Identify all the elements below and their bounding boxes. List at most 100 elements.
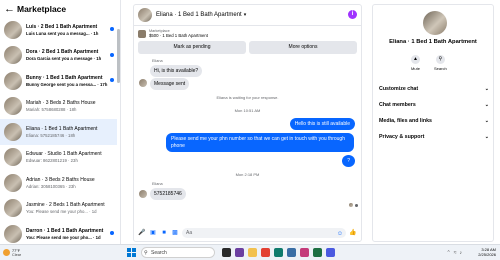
info-icon[interactable]: i [348,10,357,19]
microphone-icon[interactable]: 🎤 [138,229,146,237]
system-tray[interactable]: ⌃ ≈ ♪ [447,250,462,256]
chat-preview: Eliana: 5752185746 · 18h [26,132,76,138]
chat-preview: Mariah: 5758680288 · 18h [26,107,77,113]
chat-list-item[interactable]: Eliana · 1 Bed 1 Bath Apartment Eliana: 5… [0,119,117,145]
sticker-icon[interactable]: ■ [160,229,168,237]
unread-dot-icon [110,27,114,31]
weather-condition: Clear [12,252,22,257]
taskbar-apps [222,248,335,257]
chat-list-item[interactable]: Luis · 2 Bed 1 Bath Apartment Luis Luna s… [0,17,117,43]
chat-list-item[interactable]: Jasmine · 2 Beds 1 Bath Apartment You: Pl… [0,196,117,222]
chat-list: Luis · 2 Bed 1 Bath Apartment Luis Luna s… [0,17,117,247]
mark-pending-button[interactable]: Mark as pending [138,41,246,54]
gif-icon[interactable]: ▩ [171,229,179,237]
conversation-title[interactable]: Eliana · 1 Bed 1 Bath Apartment [156,12,242,18]
outgoing-message[interactable]: Hello this is still available [289,118,355,130]
listing-summary[interactable]: Marketplace $500 · 1 Bed 1 Bath Apartmen… [134,26,361,41]
clock-date: 2/25/2026 [478,252,496,257]
conversation-header[interactable]: Eliana · 1 Bed 1 Bath Apartment ▾ i [134,5,361,26]
message-thread: Eliana Hi, is this available? Message se… [134,54,361,222]
chat-list-item[interactable]: Adrian · 3 Beds 2 Baths House Adrian: 305… [0,170,117,196]
thumbs-up-icon[interactable]: 👍 [349,229,357,237]
excel-icon[interactable] [313,248,322,257]
more-options-button[interactable]: More options [249,41,357,54]
section-media-files[interactable]: Media, files and links ⌄ [379,118,489,124]
wifi-icon[interactable]: ≈ [454,250,457,256]
section-privacy-support[interactable]: Privacy & support ⌄ [379,134,489,140]
search-icon: ⚲ [435,55,445,64]
chevron-down-icon: ⌄ [484,118,489,124]
incoming-message[interactable]: 5752185746 [150,188,186,200]
chat-name: Adrian · 3 Beds 2 Baths House [26,176,95,183]
avatar [4,148,22,167]
section-chat-members[interactable]: Chat members ⌄ [379,102,489,108]
outgoing-message[interactable]: Please send me your phn number so that w… [166,133,354,152]
speaker-icon[interactable]: ♪ [460,250,463,256]
file-explorer-icon[interactable] [248,248,257,257]
outgoing-message[interactable]: ? [342,155,355,167]
section-label: Chat members [379,102,416,108]
task-view-icon[interactable] [222,248,231,257]
details-title: Eliana · 1 Bed 1 Bath Apartment [389,39,477,45]
app-icon[interactable] [287,248,296,257]
listing-thumbnail[interactable] [138,29,146,38]
image-icon[interactable]: ▣ [149,229,157,237]
weather-widget[interactable]: 77°F Clear [3,249,21,257]
chat-preview: Adrian: 3058100365 · 23h [26,183,76,189]
incoming-message[interactable]: Message sent [150,78,190,90]
section-label: Customize chat [379,86,419,92]
chat-preview: Luis Luna sent you a messag... · 1h [26,30,99,36]
avatar[interactable] [138,8,152,22]
chat-list-item[interactable]: Edwuar · Studio 1 Bath Apartment Edwuar: … [0,145,117,171]
clock[interactable]: 3:28 AM 2/25/2026 [478,247,496,257]
chrome-icon[interactable] [261,248,270,257]
avatar [4,122,22,141]
mute-button[interactable]: ▲ Mute [411,55,420,71]
chat-preview: Edwuar: 8622801219 · 23h [26,158,78,164]
chevron-up-icon[interactable]: ⌃ [447,250,451,256]
moon-icon [3,249,10,256]
emoji-icon[interactable]: ☺ [337,229,343,239]
search-icon: ⚲ [144,250,148,256]
app-icon[interactable] [326,248,335,257]
chat-list-item[interactable]: Bunny · 1 Bed 1 Bath Apartment Bunny Geor… [0,68,117,94]
chat-name: Darron · 1 Bed 1 Bath Apartment [26,227,104,234]
taskbar-search-label: Search [151,250,167,256]
chevron-down-icon: ⌄ [484,134,489,140]
sidebar-header: ← Marketplace [0,0,120,17]
chat-preview: You: Please send me your pho... · 1d [26,209,97,215]
profile-avatar[interactable] [423,11,447,35]
search-button[interactable]: ⚲ Search [434,55,447,71]
avatar [4,97,22,116]
chat-list-item[interactable]: Mariah · 3 Beds 2 Baths House Mariah: 575… [0,94,117,120]
mute-label: Mute [411,66,420,71]
message-input[interactable]: Aa ☺ [182,228,346,238]
section-customize-chat[interactable]: Customize chat ⌄ [379,86,489,92]
taskbar-search[interactable]: ⚲ Search [141,247,215,258]
unread-dot-icon [110,231,114,235]
chat-name: Eliana · 1 Bed 1 Bath Apartment [26,125,98,132]
back-arrow-icon[interactable]: ← [4,3,15,15]
app-icon[interactable] [235,248,244,257]
read-receipt-avatar [349,203,353,207]
section-label: Privacy & support [379,134,425,140]
scroll-thumb[interactable] [117,29,120,83]
avatar [4,199,22,218]
sidebar-scrollbar[interactable] [117,17,120,244]
listing-price: $500 · 1 Bed 1 Bath Apartment [149,33,209,38]
timestamp: Mon 2:18 PM [235,172,260,177]
chat-preview: Bunny George sent you a messa... · 17h [26,81,108,87]
conversation-pane: Eliana · 1 Bed 1 Bath Apartment ▾ i Mark… [133,4,362,242]
message-composer: 🎤 ▣ ■ ▩ Aa ☺ 👍 [134,225,361,241]
app-icon[interactable] [300,248,309,257]
chat-name: Mariah · 3 Beds 2 Baths House [26,100,96,107]
chat-name: Edwuar · Studio 1 Bath Apartment [26,151,102,158]
avatar [139,79,147,87]
incoming-message[interactable]: Hi, is this available? [150,65,203,77]
windows-start-icon[interactable] [127,248,136,257]
chat-list-item[interactable]: Darron · 1 Bed 1 Bath Apartment You: Plea… [0,221,117,247]
chat-list-item[interactable]: Dora · 2 Bed 1 Bath Apartment Dora Garcia… [0,43,117,69]
edge-icon[interactable] [274,248,283,257]
chat-preview: Dora Garcia sent you a message · 1h [26,56,102,62]
chevron-down-icon[interactable]: ▾ [244,12,247,18]
